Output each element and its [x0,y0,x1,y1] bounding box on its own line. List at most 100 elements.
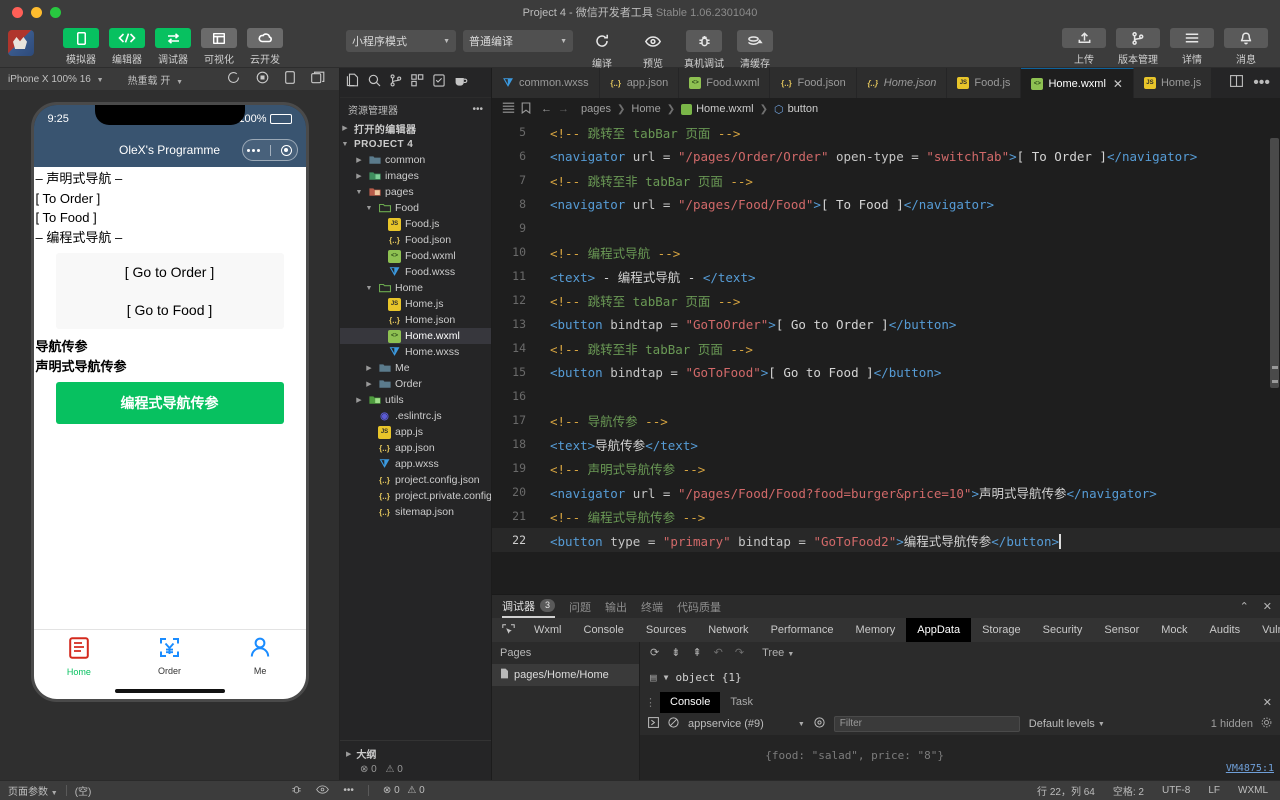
toolbar-version-button[interactable]: 版本管理 [1114,28,1162,66]
console-log-header[interactable]: {food: "salad", price: "8"} VM4875:1 [646,736,1280,780]
window-controls[interactable] [0,6,61,18]
code-line[interactable]: 20 <navigator url = "/pages/Food/Food?foo… [492,480,1280,504]
code-line[interactable]: 16 [492,384,1280,408]
coffee-icon[interactable] [454,74,468,92]
status-problems[interactable]: ⊗ 0 ⚠ 0 [383,785,425,796]
toolbar-message-button[interactable]: 消息 [1222,28,1270,66]
toolbar-preview-button[interactable]: 预览 [631,30,675,70]
nav-back-icon[interactable]: ← [541,103,552,115]
editor-tab[interactable]: ⧩ common.wxss [492,68,600,98]
editor-tab[interactable]: JS Home.js [1133,68,1213,98]
minimize-window-button[interactable] [31,6,42,18]
code-line[interactable]: 22 <button type = "primary" bindtap = "Go… [492,528,1280,552]
devtools-tab-audits[interactable]: Audits [1199,618,1252,642]
record-icon[interactable] [256,71,269,87]
test-icon[interactable] [433,73,445,92]
devtools-tab-wxml[interactable]: Wxml [523,618,573,642]
page-link-to-order[interactable]: [ To Order ] [34,189,306,209]
devtools-tab-network[interactable]: Network [697,618,759,642]
drawer-grip-icon[interactable]: ⋮ [640,696,660,709]
code-line[interactable]: 21 <!-- 编程式导航传参 --> [492,504,1280,528]
search-icon[interactable] [368,74,381,92]
code-line[interactable]: 14 <!-- 跳转至非 tabBar 页面 --> [492,336,1280,360]
eol-setting[interactable]: LF [1208,785,1220,796]
appdata-undo-icon[interactable]: ↶ [714,646,723,659]
breadcrumb-pages[interactable]: pages [581,103,611,115]
devtools-tab-vulnerability[interactable]: Vulnerability [1251,618,1280,642]
status-more-icon[interactable]: ••• [343,785,354,796]
toolbar-clear-cache-button[interactable]: 清缓存 [733,30,777,70]
code-line[interactable]: 15 <button bindtap = "GoToFood">[ Go to F… [492,360,1280,384]
devtools-tab-appdata[interactable]: AppData [906,618,972,642]
toolbar-details-button[interactable]: 详情 [1168,28,1216,66]
tree-file[interactable]: ◉ .eslintrc.js [340,408,491,424]
console-execute-icon[interactable] [648,717,659,731]
tree-file[interactable]: <> Food.wxml [340,248,491,264]
devtools-tab-mock[interactable]: Mock [1150,618,1198,642]
maximize-window-button[interactable] [50,6,61,18]
devtools-tab-bar[interactable]: Wxml Console Sources Network Performance Memo… [492,618,1280,642]
tree-file[interactable]: JS app.js [340,424,491,440]
devtools-tab-memory[interactable]: Memory [845,618,907,642]
panel-tab-code-quality[interactable]: 代码质量 [677,599,721,615]
split-editor-icon[interactable] [1230,74,1244,92]
tree-folder[interactable]: ▶ Me [340,360,491,376]
project-root[interactable]: ▼ PROJECT 4 [340,136,491,152]
status-eye-icon[interactable] [316,784,330,797]
appdata-refresh-icon[interactable]: ⟳ [650,646,659,659]
inspect-element-icon[interactable] [492,623,523,637]
console-context-select[interactable]: appservice (#9) ▼ [688,718,805,730]
open-editors-section[interactable]: ▶ 打开的编辑器 [340,120,491,136]
close-tab-icon[interactable]: ✕ [1113,77,1123,91]
appdata-redo-icon[interactable]: ↷ [735,646,744,659]
tree-file[interactable]: {..} app.json [340,440,491,456]
extensions-icon[interactable] [411,73,424,92]
tree-folder[interactable]: ▼ pages [340,184,491,200]
editor-tab[interactable]: <> Food.wxml [679,68,771,98]
code-line[interactable]: 19 <!-- 声明式导航传参 --> [492,456,1280,480]
problems-summary[interactable]: ⊗ 0 ⚠ 0 [346,764,485,775]
console-output[interactable]: {food: "salad", price: "8"} VM4875:1 foo… [640,735,1280,780]
page-button-go-to-food[interactable]: [ Go to Food ] [55,291,284,329]
toolbar-compile-button[interactable]: 编译 [580,30,624,70]
tree-file[interactable]: ⧩ app.wxss [340,456,491,472]
console-levels-select[interactable]: Default levels ▼ [1029,718,1105,730]
editor-tab[interactable]: <> Home.wxml ✕ [1021,68,1134,98]
gear-icon[interactable] [1261,717,1272,731]
devtools-tab-performance[interactable]: Performance [760,618,845,642]
close-drawer-icon[interactable]: ✕ [1263,696,1272,709]
page-params-select[interactable]: 页面参数 ▼ [8,783,58,798]
appdata-page-item[interactable]: pages/Home/Home [492,664,639,686]
tree-folder[interactable]: ▶ images [340,168,491,184]
panel-tab-debugger[interactable]: 调试器 3 [502,596,556,618]
code-line[interactable]: 18 <text>导航传参</text> [492,432,1280,456]
console-settings-eye-icon[interactable] [814,717,825,731]
status-bug-icon[interactable] [291,784,302,798]
appdata-expand-icon[interactable]: ⇞ [692,646,701,659]
editor-tab-bar[interactable]: ⧩ common.wxss {..} app.json <> Food.wxml {..} F… [492,68,1280,98]
console-tab[interactable]: Console [660,691,721,713]
task-tab[interactable]: Task [720,692,763,713]
editor-tab[interactable]: {..} Food.json [770,68,857,98]
compile-select[interactable]: 普通编译 ▼ [463,30,573,52]
breadcrumb-symbol[interactable]: ⬡ button [774,103,818,116]
tree-file[interactable]: {..} project.config.json [340,472,491,488]
editor-outline-icon[interactable] [502,102,515,116]
code-line[interactable]: 9 [492,216,1280,240]
devtools-tab-storage[interactable]: Storage [971,618,1032,642]
outline-header[interactable]: ▶ 大纲 [346,746,485,761]
encoding-setting[interactable]: UTF-8 [1162,785,1190,796]
code-line[interactable]: 8 <navigator url = "/pages/Food/Food">[ T… [492,192,1280,216]
console-filter-input[interactable]: Filter [833,716,1020,732]
page-link-to-food[interactable]: [ To Food ] [34,208,306,228]
code-line[interactable]: 11 <text> - 编程式导航 - </text> [492,264,1280,288]
detach-window-icon[interactable] [311,71,325,87]
cursor-position[interactable]: 行 22，列 64 [1037,783,1095,798]
panel-tab-output[interactable]: 输出 [605,599,627,615]
tree-folder[interactable]: ▶ common [340,152,491,168]
chevron-down-icon[interactable]: ▼ [664,673,669,682]
clear-console-icon[interactable] [668,717,679,731]
tree-file[interactable]: {..} Food.json [340,232,491,248]
tree-folder[interactable]: ▶ utils [340,392,491,408]
code-line[interactable]: 12 <!-- 跳转至 tabBar 页面 --> [492,288,1280,312]
